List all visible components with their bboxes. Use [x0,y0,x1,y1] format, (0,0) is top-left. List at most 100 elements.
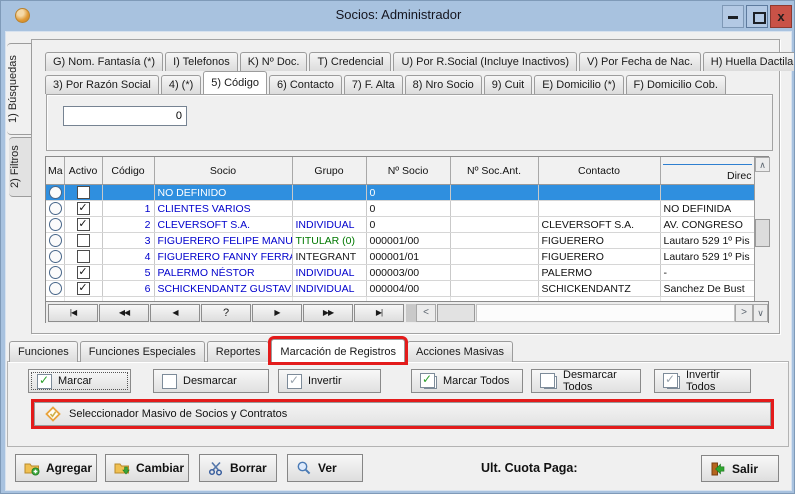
grid-navigator-bar: |◀ ◀◀ ◀ ? ▶ ▶▶ ▶| < > ∨ [46,301,768,323]
tab-por-fecha-nac[interactable]: V) Por Fecha de Nac. [579,52,701,71]
exit-door-icon [710,461,726,477]
tab-f-alta[interactable]: 7) F. Alta [344,75,403,94]
cambiar-button[interactable]: Cambiar [105,454,189,482]
tab-codigo[interactable]: 5) Código [203,71,267,94]
cell-nro-soc-ant [450,233,538,249]
tab-domicilio[interactable]: E) Domicilio (*) [534,75,623,94]
invertir-button[interactable]: Invertir [278,369,381,393]
col-header-grupo[interactable]: Grupo [292,157,366,185]
seleccionador-masivo-button[interactable]: Seleccionador Masivo de Socios y Contrat… [34,402,771,426]
tab-domicilio-cob[interactable]: F) Domicilio Cob. [626,75,726,94]
tab-acciones-masivas[interactable]: Acciones Masivas [407,341,513,362]
nav-next-page-button[interactable]: ▶▶ [303,304,353,322]
table-row[interactable]: ✓ 2 CLEVERSOFT S.A. INDIVIDUAL 0 CLEVERS… [46,217,754,233]
col-header-codigo[interactable]: Código [102,157,154,185]
tab-credencial[interactable]: T) Credencial [309,52,391,71]
row-radio[interactable] [49,282,62,295]
ver-button[interactable]: Ver [287,454,363,482]
col-header-contacto[interactable]: Contacto [538,157,660,185]
cell-direccion: NO DEFINIDA [660,201,754,217]
row-active-checkbox[interactable]: ✓ [77,266,90,279]
side-tab-busquedas[interactable]: 1) Búsquedas [7,43,32,135]
row-radio[interactable] [49,202,62,215]
nav-first-button[interactable]: |◀ [48,304,98,322]
row-active-checkbox[interactable]: ✓ [77,218,90,231]
nav-last-button[interactable]: ▶| [354,304,404,322]
tab-funciones[interactable]: Funciones [9,341,78,362]
table-row[interactable]: ✓ 5 PALERMO NÉSTOR INDIVIDUAL 000003/00 … [46,265,754,281]
checkboxes-grey-stack-icon [663,373,680,389]
desmarcar-button[interactable]: Desmarcar [153,369,269,393]
col-header-nro-socio[interactable]: Nº Socio [366,157,450,185]
titlebar[interactable]: Socios: Administrador x [1,1,795,31]
col-header-direccion[interactable]: Direc [660,157,754,185]
invertir-todos-button[interactable]: Invertir Todos [654,369,751,393]
socios-table: Ma Activo Código Socio Grupo Nº Socio Nº… [46,157,755,301]
cell-codigo: 3 [102,233,154,249]
row-radio[interactable] [49,266,62,279]
tab-huella-dactilar[interactable]: H) Huella Dactilar [703,52,795,71]
cell-socio: PALERMO NÉSTOR [154,265,292,281]
scroll-right-icon[interactable]: > [735,304,753,322]
desmarcar-todos-button[interactable]: Desmarcar Todos [531,369,641,393]
maximize-button[interactable] [746,5,768,28]
row-active-checkbox[interactable]: ✓ [77,202,90,215]
table-row[interactable]: 4 FIGUERERO FANNY FERRA INTEGRANT 000001… [46,249,754,265]
borrar-button[interactable]: Borrar [199,454,277,482]
row-radio[interactable] [49,186,62,199]
grid-vertical-scrollbar[interactable]: ∧ [754,157,770,301]
cell-nro-soc-ant [450,265,538,281]
salir-button[interactable]: Salir [701,455,779,482]
cell-socio: SCHICKENDANTZ GUSTAV [154,281,292,297]
tab-nom-fantasia[interactable]: G) Nom. Fantasía (*) [45,52,163,71]
horizontal-scroll-thumb[interactable] [437,304,475,322]
side-tab-filtros[interactable]: 2) Filtros [9,137,32,197]
vertical-scroll-thumb[interactable] [755,219,770,247]
row-active-checkbox[interactable]: ✓ [77,282,90,295]
nav-search-button[interactable]: ? [201,304,251,322]
col-header-activo[interactable]: Activo [64,157,102,185]
tab-cuit[interactable]: 9) Cuit [484,75,532,94]
tab-marcacion-de-registros[interactable]: Marcación de Registros [271,339,405,362]
agregar-button[interactable]: Agregar [15,454,97,482]
col-header-marcar[interactable]: Ma [46,157,64,185]
nav-prior-button[interactable]: ◀ [150,304,200,322]
codigo-input[interactable] [63,106,187,126]
tab-funciones-especiales[interactable]: Funciones Especiales [80,341,205,362]
marcar-button[interactable]: Marcar [28,369,131,393]
cell-nro-socio: 000004/00 [366,281,450,297]
tab-reportes[interactable]: Reportes [207,341,270,362]
tab-telefonos[interactable]: I) Telefonos [165,52,238,71]
marcar-todos-button[interactable]: Marcar Todos [411,369,523,393]
close-button[interactable]: x [770,5,792,28]
col-header-socio[interactable]: Socio [154,157,292,185]
table-row[interactable]: 3 FIGUERERO FELIPE MANUE TITULAR (0) 000… [46,233,754,249]
scroll-down-icon[interactable]: ∨ [753,304,768,322]
col-header-direccion-label: Direc [727,170,752,182]
tab-contacto[interactable]: 6) Contacto [269,75,342,94]
row-active-checkbox[interactable] [77,250,90,263]
scroll-up-icon[interactable]: ∧ [755,157,770,172]
tab-asterisco[interactable]: 4) (*) [161,75,201,94]
scroll-left-icon[interactable]: < [416,304,436,322]
tab-nro-doc[interactable]: K) Nº Doc. [240,52,308,71]
cell-codigo [102,185,154,201]
tab-nro-socio[interactable]: 8) Nro Socio [405,75,482,94]
nav-next-button[interactable]: ▶ [252,304,302,322]
tab-por-razon-social[interactable]: 3) Por Razón Social [45,75,159,94]
row-radio[interactable] [49,234,62,247]
table-row[interactable]: ✓ 6 SCHICKENDANTZ GUSTAV INDIVIDUAL 0000… [46,281,754,297]
row-radio[interactable] [49,218,62,231]
table-row[interactable]: ✓ 1 CLIENTES VARIOS 0 NO DEFINIDA [46,201,754,217]
cell-contacto [538,201,660,217]
row-radio[interactable] [49,250,62,263]
tab-por-rsocial[interactable]: U) Por R.Social (Incluye Inactivos) [393,52,577,71]
row-active-checkbox[interactable] [77,186,90,199]
minimize-button[interactable] [722,5,744,28]
col-header-nro-soc-ant[interactable]: Nº Soc.Ant. [450,157,538,185]
cell-direccion [660,185,754,201]
horizontal-scroll-track[interactable] [476,304,735,322]
nav-prior-page-button[interactable]: ◀◀ [99,304,149,322]
row-active-checkbox[interactable] [77,234,90,247]
table-row[interactable]: NO DEFINIDO 0 [46,185,754,201]
